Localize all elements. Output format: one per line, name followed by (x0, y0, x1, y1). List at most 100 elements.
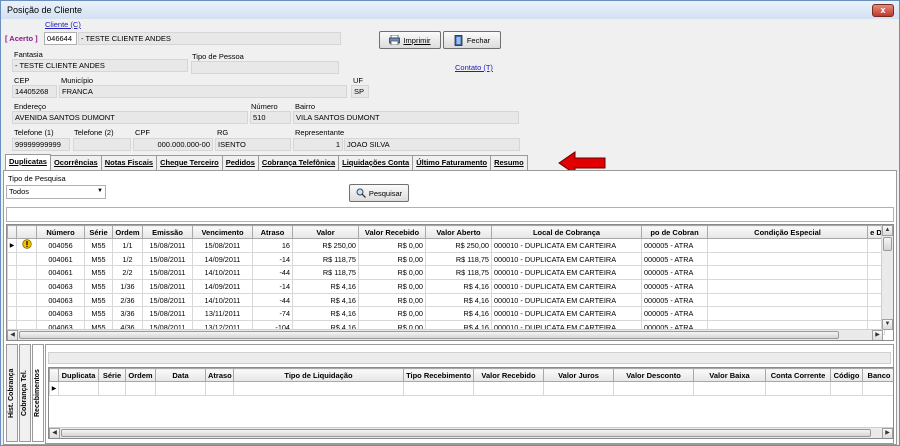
column-header[interactable]: Tipo de Liquidação (233, 368, 404, 382)
table-cell: 000005 - ATRA (641, 265, 708, 281)
column-header[interactable]: Valor Baixa (693, 368, 766, 382)
duplicatas-horizontal-scrollbar[interactable]: ◀ ▶ (7, 329, 883, 340)
tipo-pessoa-field (191, 61, 339, 74)
table-cell: -44 (252, 265, 293, 281)
tab-cheque-terceiro[interactable]: Cheque Terceiro (156, 155, 223, 170)
table-cell: 000005 - ATRA (641, 279, 708, 294)
table-row[interactable]: ▶ (49, 381, 893, 396)
column-header[interactable]: Valor Aberto (425, 225, 492, 239)
recebimentos-table: Duplicata Série Ordem Data Atraso Tipo de Liq… (49, 368, 893, 396)
tab-ultimo-faturamento[interactable]: Último Faturamento (412, 155, 492, 170)
filter-bar-field[interactable] (6, 207, 894, 222)
tab-hist-cobranca[interactable]: Hist. Cobrança (6, 344, 18, 442)
bairro-field: VILA SANTOS DUMONT (293, 111, 519, 124)
column-header[interactable]: Valor Juros (543, 368, 614, 382)
cpf-label: CPF (135, 128, 150, 137)
tab-bar: Duplicatas Ocorrências Notas Fiscais Che… (5, 154, 528, 170)
imprimir-button[interactable]: Imprimir (379, 31, 441, 49)
table-cell: 004061 (36, 265, 85, 281)
tab-liquidacoes-conta[interactable]: Liquidações Conta (338, 155, 414, 170)
tab-notas-fiscais[interactable]: Notas Fiscais (100, 155, 158, 170)
tab-pedidos[interactable]: Pedidos (221, 155, 259, 170)
table-cell: 000010 - DUPLICATA EM CARTEIRA (491, 265, 642, 281)
table-row[interactable]: 004061 M55 1/2 15/08/2011 14/09/2011 -14 R$ 11… (7, 251, 885, 267)
column-header[interactable]: Emissão (142, 225, 193, 239)
representante-label: Representante (295, 128, 345, 137)
table-row[interactable]: 004063 M55 1/36 15/08/2011 14/09/2011 -14 R$ 4… (7, 279, 885, 294)
cliente-link[interactable]: Cliente (C) (45, 20, 81, 29)
column-header[interactable]: Condição Especial (707, 225, 868, 239)
cliente-code-field[interactable]: 046644 (44, 32, 77, 45)
column-header[interactable]: Banco (862, 368, 893, 382)
scroll-right-icon[interactable]: ▶ (872, 330, 883, 340)
column-header[interactable]: Série (84, 225, 113, 239)
table-cell: 14/10/2011 (192, 265, 253, 281)
contato-link[interactable]: Contato (T) (455, 63, 493, 72)
column-header[interactable]: po de Cobran (641, 225, 708, 239)
tab-cobranca-tel[interactable]: Cobrança Tel. (19, 344, 31, 442)
table-row[interactable]: 004063 M55 2/36 15/08/2011 14/10/2011 -44 R$ 4… (7, 292, 885, 308)
column-header[interactable]: Local de Cobrança (491, 225, 642, 239)
column-header[interactable]: Ordem (125, 368, 156, 382)
column-header[interactable]: Atraso (252, 225, 293, 239)
scroll-up-icon[interactable]: ▲ (882, 225, 893, 236)
column-header[interactable]: Código (830, 368, 863, 382)
scroll-right-icon[interactable]: ▶ (882, 428, 893, 438)
rg-field: ISENTO (215, 138, 291, 151)
column-header[interactable]: Valor Desconto (613, 368, 694, 382)
table-row[interactable]: 004061 M55 2/2 15/08/2011 14/10/2011 -44 R$ 11… (7, 265, 885, 281)
table-cell: R$ 0,00 (358, 265, 426, 281)
table-cell: 1/2 (112, 251, 143, 267)
column-header[interactable]: Tipo Recebimento (403, 368, 474, 382)
recebimentos-horizontal-scrollbar[interactable]: ◀ ▶ (49, 427, 893, 438)
table-cell: 000005 - ATRA (641, 238, 708, 253)
duplicatas-vertical-scrollbar[interactable]: ▲ ▼ (881, 225, 893, 330)
scroll-thumb[interactable] (883, 237, 892, 251)
table-cell: 14/09/2011 (192, 279, 253, 294)
tab-recebimentos[interactable]: Recebimentos (32, 344, 44, 442)
window: Posição de Cliente x [ Acerto ] Cliente … (0, 0, 900, 446)
tab-resumo[interactable]: Resumo (490, 155, 528, 170)
uf-field: SP (351, 85, 369, 98)
table-cell: 1/36 (112, 279, 143, 294)
column-header[interactable]: Atraso (205, 368, 234, 382)
column-header[interactable]: Duplicata (58, 368, 99, 382)
column-header[interactable]: Número (36, 225, 85, 239)
scroll-down-icon[interactable]: ▼ (882, 319, 893, 330)
table-cell: 004061 (36, 251, 85, 267)
table-cell: 15/08/2011 (142, 265, 193, 281)
status-cell (16, 251, 37, 267)
endereco-field: AVENIDA SANTOS DUMONT (12, 111, 248, 124)
tab-ocorrencias[interactable]: Ocorrências (49, 155, 102, 170)
column-header[interactable]: Ordem (112, 225, 143, 239)
column-header[interactable]: Data (155, 368, 206, 382)
tab-cobranca-telefonica[interactable]: Cobrança Telefônica (257, 155, 340, 170)
horizontal-scroll-thumb[interactable] (61, 429, 871, 437)
column-header[interactable]: Vencimento (192, 225, 253, 239)
pesquisar-button[interactable]: Pesquisar (349, 184, 409, 202)
pesquisar-label: Pesquisar (368, 188, 403, 198)
column-header[interactable]: Valor (292, 225, 359, 239)
scroll-left-icon[interactable]: ◀ (49, 428, 60, 438)
scroll-left-icon[interactable]: ◀ (7, 330, 18, 340)
horizontal-scroll-thumb[interactable] (19, 331, 839, 339)
column-header[interactable]: Valor Recebido (358, 225, 426, 239)
warning-icon (16, 238, 37, 253)
recebimentos-grid: Duplicata Série Ordem Data Atraso Tipo de Liq… (48, 367, 894, 439)
table-row[interactable]: 004063 M55 3/36 15/08/2011 13/11/2011 -74 R$ 4… (7, 306, 885, 322)
table-row[interactable]: ▶ 004056 M55 1/1 15/08/2011 15/08/2011 16 R$ 25… (7, 238, 885, 253)
table-cell: -14 (252, 279, 293, 294)
fechar-button[interactable]: Fechar (443, 31, 501, 49)
table-cell: R$ 4,16 (292, 306, 359, 322)
row-indicator-header (7, 225, 17, 239)
tab-duplicatas[interactable]: Duplicatas (5, 154, 51, 170)
close-button[interactable]: x (872, 4, 894, 17)
column-header[interactable]: Valor Recebido (473, 368, 544, 382)
tipo-pesquisa-select[interactable]: Todos ▼ (6, 185, 106, 199)
numero-label: Número (251, 102, 278, 111)
duplicatas-table: Número Série Ordem Emissão Vencimento Atraso V… (7, 225, 885, 335)
table-cell: R$ 0,00 (358, 251, 426, 267)
current-row-arrow-icon: ▶ (49, 381, 59, 396)
column-header[interactable]: Conta Corrente (765, 368, 831, 382)
column-header[interactable]: Série (98, 368, 126, 382)
